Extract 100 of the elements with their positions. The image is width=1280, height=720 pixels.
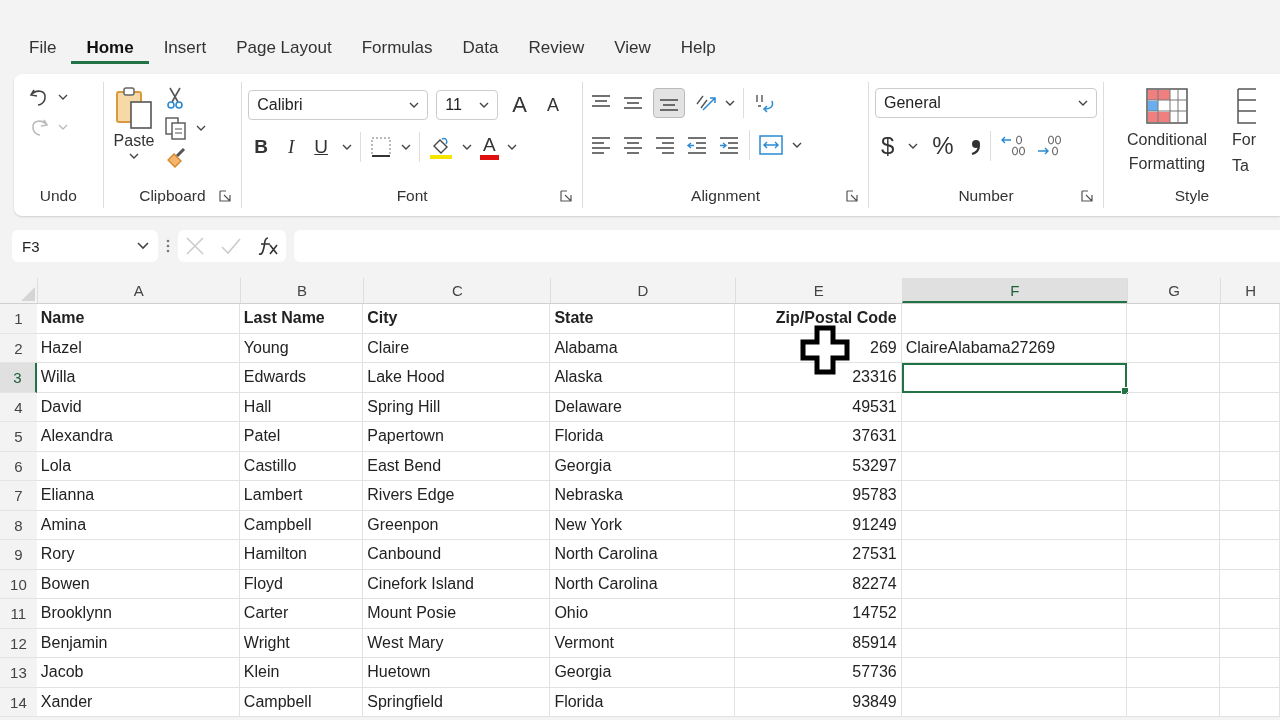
group-label: Undo	[39, 187, 77, 205]
table-cell	[1220, 599, 1280, 629]
ribbon-tab[interactable]: Insert	[148, 32, 222, 64]
borders-icon[interactable]	[369, 135, 393, 159]
column-header[interactable]: G	[1126, 278, 1221, 303]
table-cell: Hall	[239, 392, 364, 422]
caret-icon[interactable]	[1078, 99, 1088, 107]
caret-icon[interactable]	[58, 93, 68, 101]
row-header[interactable]: 14	[0, 687, 37, 717]
caret-icon[interactable]	[409, 101, 420, 109]
caret-icon[interactable]	[506, 143, 517, 151]
grow-font-button[interactable]: A	[506, 90, 533, 120]
table-cell: Brooklynn	[36, 599, 240, 629]
group-label: Number	[958, 187, 1014, 205]
caret-icon[interactable]	[401, 143, 411, 151]
row-header[interactable]: 6	[0, 451, 37, 481]
underline-button[interactable]: U	[308, 134, 334, 160]
font-size-dropdown[interactable]: 11	[436, 90, 499, 120]
column-header[interactable]: D	[550, 278, 735, 303]
table-cell: Papertown	[363, 422, 551, 452]
column-header[interactable]: F	[901, 278, 1127, 303]
row-header[interactable]: 13	[0, 658, 37, 688]
table-cell: Lola	[36, 451, 240, 481]
table-cell: Rivers Edge	[363, 481, 551, 511]
font-color-button[interactable]: A	[480, 134, 499, 160]
table-cell: Elianna	[36, 481, 240, 511]
caret-icon[interactable]	[479, 101, 490, 109]
ribbon-tab[interactable]: Formulas	[346, 32, 448, 64]
row-header[interactable]: 10	[0, 569, 37, 599]
table-cell: Alabama	[550, 333, 735, 363]
percent-button[interactable]: %	[926, 130, 960, 162]
bold-button[interactable]: B	[248, 134, 274, 160]
column-header[interactable]: H	[1220, 278, 1280, 303]
copy-icon[interactable]	[164, 116, 189, 140]
row-header[interactable]: 2	[0, 333, 37, 363]
group-label: Alignment	[691, 187, 760, 205]
name-box[interactable]: F3	[12, 230, 158, 262]
table-cell: Cinefork Island	[363, 569, 551, 599]
column-header[interactable]: A	[36, 278, 240, 303]
column-header[interactable]: C	[363, 278, 551, 303]
table-cell: Alaska	[550, 363, 735, 393]
row-header[interactable]: 1	[0, 304, 37, 334]
caret-icon[interactable]	[129, 152, 139, 160]
table-cell: 93849	[734, 687, 902, 717]
table-cell: Carter	[239, 599, 364, 629]
caret-icon[interactable]	[462, 143, 472, 151]
table-cell: Greenpon	[363, 510, 551, 540]
dialog-launcher-icon[interactable]	[219, 190, 232, 202]
table-cell: City	[363, 304, 551, 334]
number-format-dropdown[interactable]: General	[875, 88, 1097, 118]
merge-center-icon[interactable]	[758, 133, 785, 157]
dialog-launcher-icon[interactable]	[1081, 190, 1093, 202]
format-as-table-button[interactable]: Ta	[1232, 154, 1249, 178]
dialog-launcher-icon[interactable]	[846, 190, 858, 202]
shrink-font-button[interactable]: A	[540, 92, 565, 118]
ribbon-tab[interactable]: Help	[665, 32, 731, 64]
clipboard-icon[interactable]	[114, 86, 154, 130]
table-cell: Mount Posie	[363, 599, 551, 629]
group-label: Style	[1174, 187, 1210, 205]
column-header[interactable]: B	[239, 278, 364, 303]
row-header[interactable]: 12	[0, 628, 37, 658]
row-header[interactable]: 9	[0, 540, 37, 570]
table-cell: 85914	[734, 628, 902, 658]
more-options-icon[interactable]	[166, 238, 170, 254]
caret-icon[interactable]	[725, 99, 736, 107]
table-cell	[1220, 658, 1280, 688]
table-cell: Last Name	[239, 304, 364, 334]
conditional-formatting-icon[interactable]	[1144, 86, 1190, 126]
row-header[interactable]: 3	[0, 363, 37, 393]
column-header[interactable]: E	[734, 278, 902, 303]
caret-icon[interactable]	[342, 143, 352, 151]
paste-button[interactable]: Paste	[113, 132, 155, 150]
caret-icon[interactable]	[908, 142, 919, 150]
table-cell: East Bend	[363, 451, 551, 481]
caret-icon[interactable]	[196, 124, 207, 132]
table-cell: 37631	[734, 422, 902, 452]
currency-button[interactable]: $	[875, 130, 901, 162]
ribbon-tab[interactable]: Home	[71, 32, 149, 64]
format-as-table-button[interactable]: For	[1232, 128, 1256, 152]
row-header[interactable]: 5	[0, 422, 37, 452]
table-cell: Delaware	[550, 392, 735, 422]
conditional-formatting-button[interactable]: Conditional Formatting	[1112, 128, 1222, 176]
ribbon-tab[interactable]: File	[14, 32, 72, 64]
ribbon-tab[interactable]: Review	[513, 32, 600, 64]
ribbon-tab[interactable]: Page Layout	[221, 32, 347, 64]
table-cell: Campbell	[239, 510, 364, 540]
font-name-dropdown[interactable]: Calibri	[248, 90, 429, 120]
group-label: Clipboard	[139, 187, 206, 205]
ribbon-tab[interactable]: Data	[447, 32, 514, 64]
row-header[interactable]: 11	[0, 599, 37, 629]
table-cell	[1220, 687, 1280, 717]
table-cell	[1220, 481, 1280, 511]
dialog-launcher-icon[interactable]	[560, 190, 573, 202]
row-header[interactable]: 4	[0, 392, 37, 422]
row-header[interactable]: 7	[0, 481, 37, 511]
ribbon-tab[interactable]: View	[599, 32, 666, 64]
row-header[interactable]: 8	[0, 510, 37, 540]
italic-button[interactable]: I	[281, 134, 301, 160]
caret-icon[interactable]	[792, 141, 803, 149]
caret-icon[interactable]	[136, 241, 150, 251]
